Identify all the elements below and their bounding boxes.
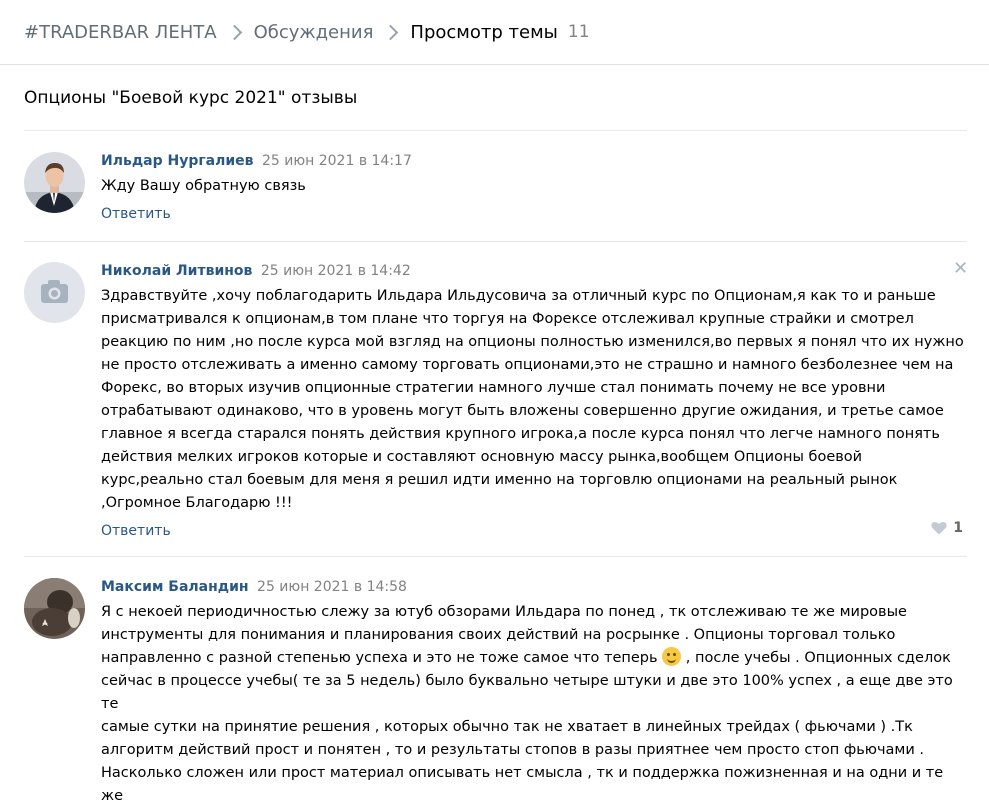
avatar[interactable] <box>24 152 85 213</box>
divider <box>24 556 967 557</box>
post: Ильдар Нургалиев 25 июн 2021 в 14:17 Жду… <box>24 152 967 232</box>
breadcrumb-discussions-link[interactable]: Обсуждения <box>254 22 374 43</box>
post: Максим Баландин 25 июн 2021 в 14:58 Я с … <box>24 578 967 804</box>
divider <box>24 130 967 131</box>
breadcrumb-group-link[interactable]: #TRADERBAR ЛЕНТА <box>24 22 217 43</box>
post-date[interactable]: 25 июн 2021 в 14:42 <box>261 263 411 279</box>
post-text: Жду Вашу обратную связь <box>101 178 306 194</box>
breadcrumb: #TRADERBAR ЛЕНТА Обсуждения Просмотр тем… <box>0 0 989 65</box>
smile-emoji-icon <box>662 647 682 666</box>
post: Николай Литвинов 25 июн 2021 в 14:42 Здр… <box>24 260 968 547</box>
camera-icon <box>24 262 85 323</box>
avatar[interactable] <box>24 262 85 323</box>
avatar[interactable] <box>24 578 85 639</box>
like-count: 1 <box>953 520 963 536</box>
topic-title: Опционы "Боевой курс 2021" отзывы <box>24 88 358 108</box>
breadcrumb-current: Просмотр темы <box>410 21 558 43</box>
post-author[interactable]: Ильдар Нургалиев <box>101 153 254 169</box>
heart-icon <box>931 521 947 535</box>
post-text: Я с некоей периодичностью слежу за ютуб … <box>101 601 967 808</box>
post-text: Здравствуйте ,хочу поблагодарить Ильдара… <box>101 288 964 511</box>
post-author[interactable]: Максим Баландин <box>101 579 249 595</box>
reply-button[interactable]: Ответить <box>101 523 171 539</box>
post-text-part: , после учебы . Опционных сделок сейчас … <box>101 650 953 804</box>
reply-button[interactable]: Ответить <box>101 206 171 222</box>
post-author[interactable]: Николай Литвинов <box>101 263 252 279</box>
topic-post-count: 11 <box>567 22 590 42</box>
like-button[interactable]: 1 <box>931 520 963 536</box>
chevron-right-icon <box>226 24 242 40</box>
post-date[interactable]: 25 июн 2021 в 14:58 <box>257 579 407 595</box>
post-date[interactable]: 25 июн 2021 в 14:17 <box>262 153 412 169</box>
divider <box>24 241 967 242</box>
chevron-right-icon <box>383 24 399 40</box>
close-icon[interactable]: ✕ <box>953 260 968 278</box>
